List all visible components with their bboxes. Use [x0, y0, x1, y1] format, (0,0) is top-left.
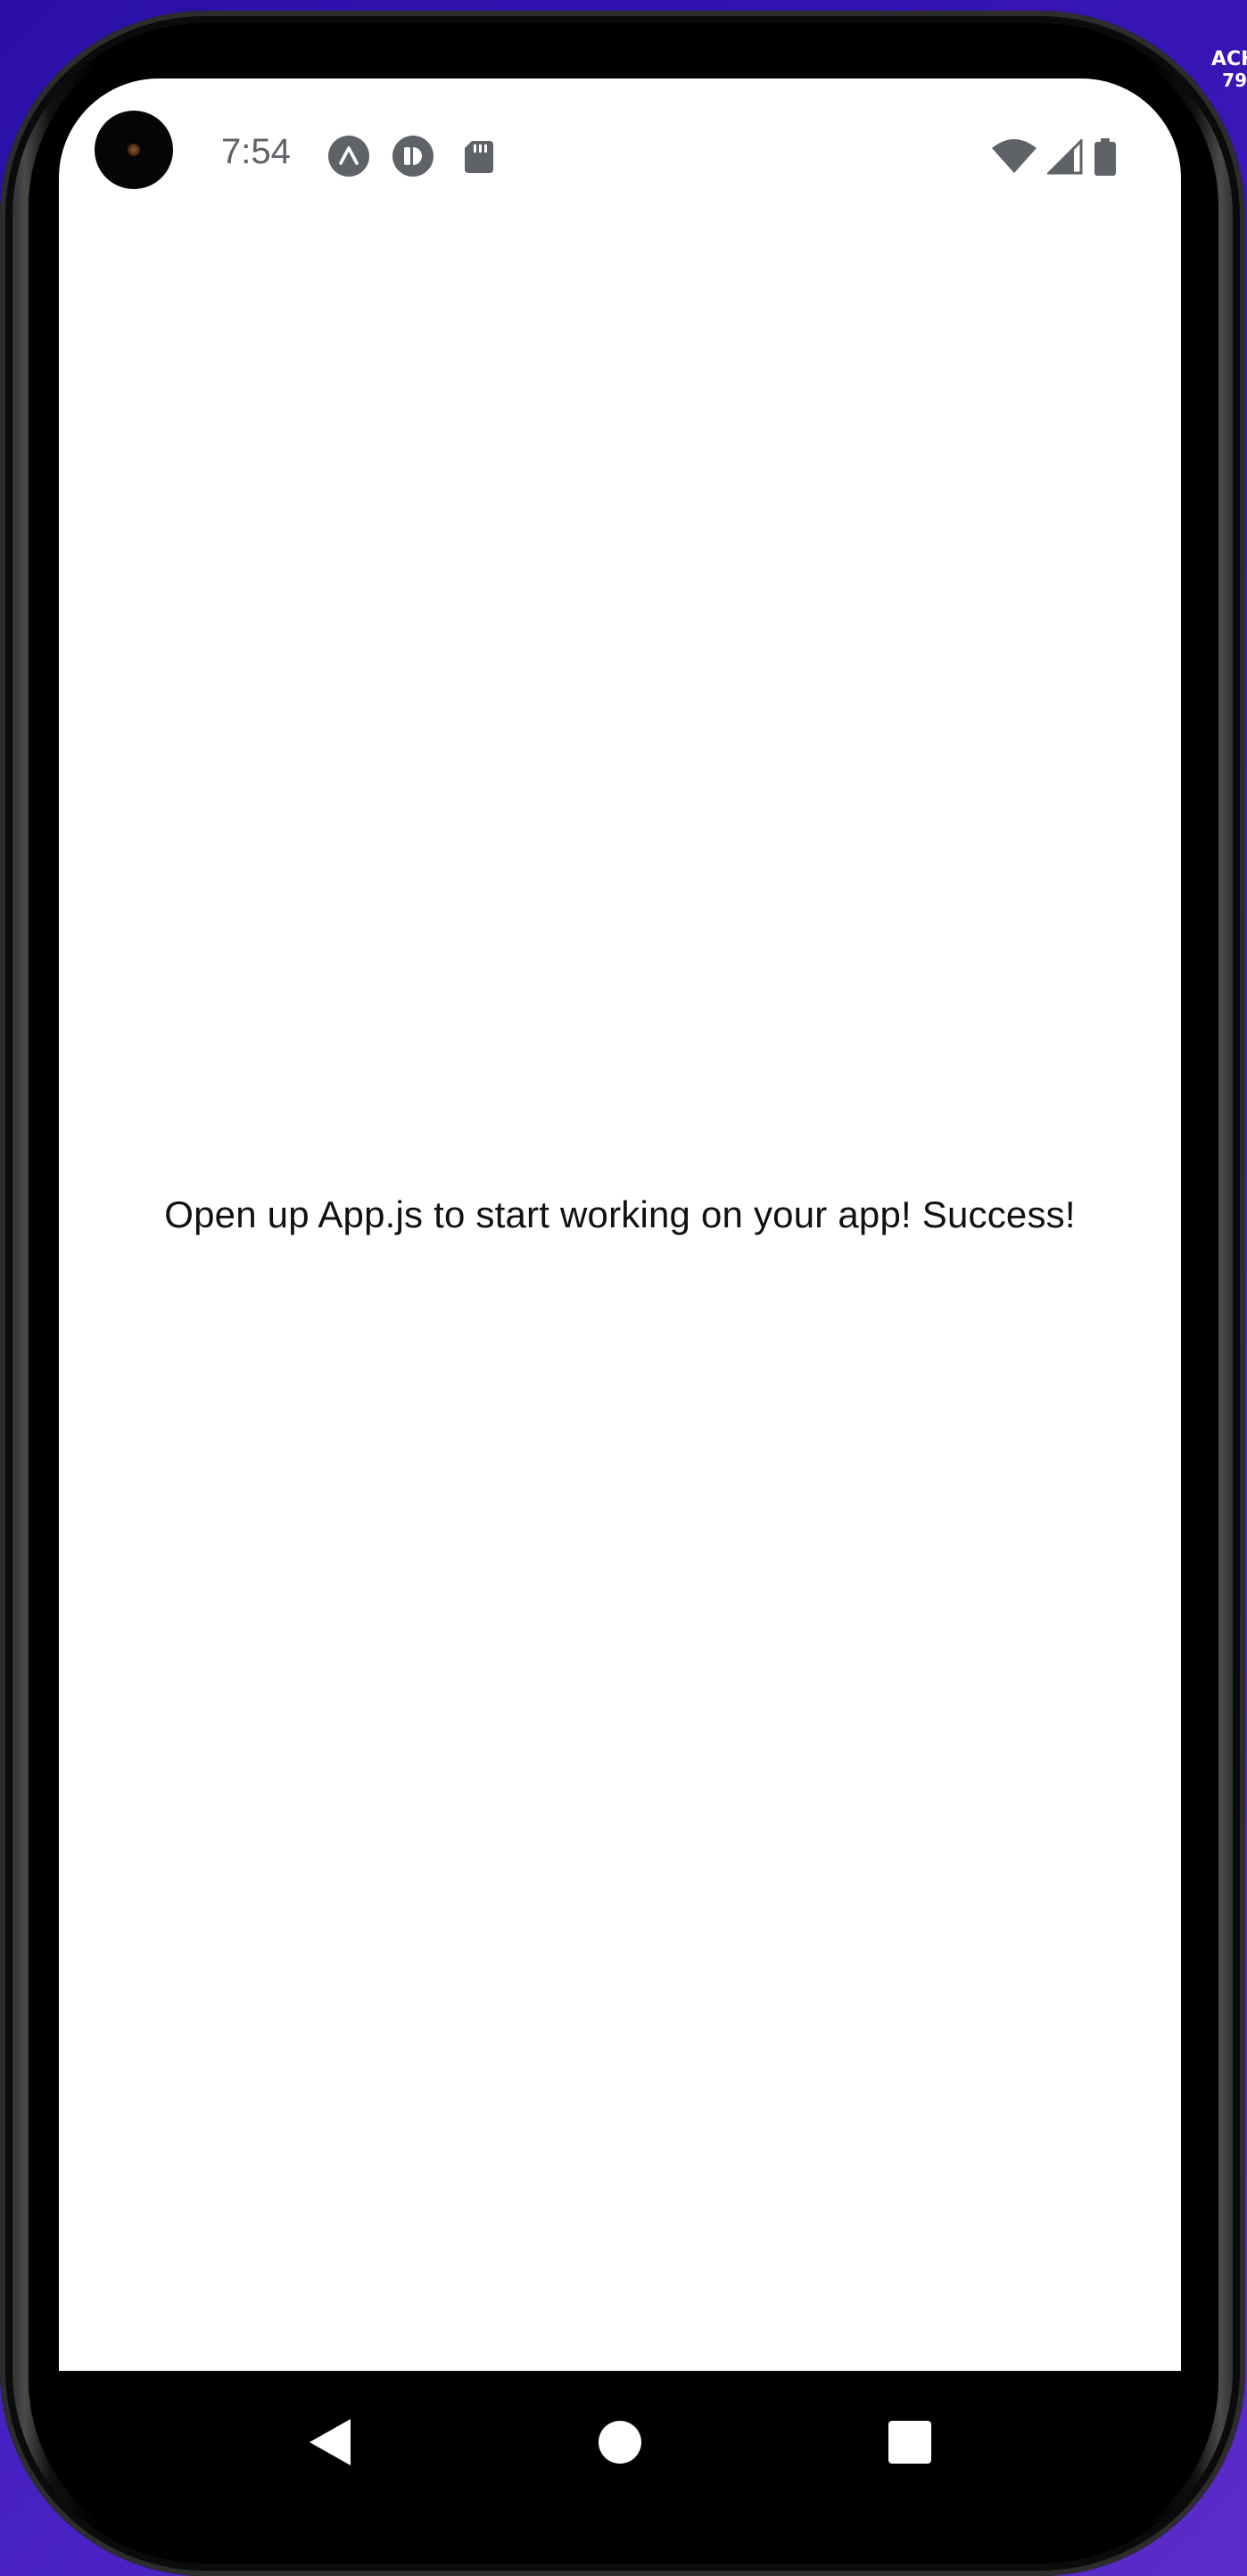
status-time: 7:54 [221, 132, 291, 171]
cell-signal-icon [1047, 139, 1083, 175]
desktop-text-line1: ACHO [1211, 49, 1247, 70]
expo-icon [328, 136, 369, 177]
battery-icon [1094, 138, 1116, 176]
desktop-background-text: ACHO 79 [1211, 49, 1247, 90]
wifi-icon [992, 139, 1036, 173]
back-icon [310, 2419, 351, 2465]
recents-button[interactable] [874, 2407, 946, 2478]
sd-card-icon [465, 141, 493, 173]
status-bar: 7:54 [59, 78, 1181, 239]
front-camera [95, 111, 173, 189]
home-button[interactable] [584, 2407, 656, 2478]
navigation-bar [59, 2371, 1181, 2514]
system-status-icons [992, 137, 1117, 177]
react-native-icon [392, 136, 434, 177]
device-screen: 7:54 Open up App.js to start working on … [59, 78, 1181, 2371]
desktop-text-line2: 79 [1222, 70, 1247, 91]
app-content: Open up App.js to start working on your … [59, 1193, 1181, 1236]
app-message: Open up App.js to start working on your … [164, 1193, 1076, 1235]
back-button[interactable] [294, 2407, 366, 2478]
home-icon [599, 2421, 641, 2464]
recents-icon [888, 2421, 931, 2464]
